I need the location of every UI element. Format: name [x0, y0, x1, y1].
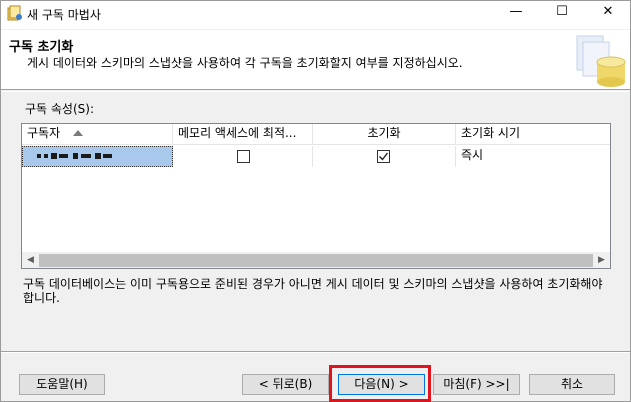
window-title: 새 구독 마법사	[27, 8, 101, 22]
table-row[interactable]: 즉시	[22, 146, 610, 167]
redacted-subscriber-name	[37, 153, 112, 159]
subscription-properties-label: 구독 속성(S):	[25, 102, 94, 116]
wizard-icon	[7, 5, 22, 21]
wizard-header: 구독 초기화 게시 데이터와 스키마의 스냅샷을 사용하여 각 구독을 초기화할…	[1, 30, 630, 90]
scrollbar-thumb[interactable]	[39, 254, 593, 267]
subscription-properties-grid[interactable]: 구독자 메모리 액세스에 최적... 초기화 초기화 시기 즉시 ◀ ▶	[21, 123, 611, 269]
page-title: 구독 초기화	[9, 40, 74, 55]
help-button[interactable]: 도움말(H)	[19, 374, 105, 395]
finish-button[interactable]: 마침(F) >>|	[433, 374, 520, 395]
column-header-label: 구독자	[27, 126, 61, 140]
horizontal-scrollbar[interactable]: ◀ ▶	[22, 252, 610, 268]
column-header-subscriber[interactable]: 구독자	[22, 124, 173, 145]
wizard-window: 새 구독 마법사 — ☐ ✕ 구독 초기화 게시 데이터와 스키마의 스냅샷을 …	[0, 0, 631, 402]
scroll-right-icon[interactable]: ▶	[593, 252, 610, 268]
memory-optimized-checkbox[interactable]	[237, 150, 250, 163]
footer-divider-highlight	[1, 352, 630, 353]
grid-header: 구독자 메모리 액세스에 최적... 초기화 초기화 시기	[22, 124, 610, 145]
memory-optimized-cell	[173, 146, 313, 167]
minimize-button[interactable]: —	[493, 1, 539, 25]
scroll-left-icon[interactable]: ◀	[22, 252, 39, 268]
page-subtitle: 게시 데이터와 스키마의 스냅샷을 사용하여 각 구독을 초기화할지 여부를 지…	[27, 56, 463, 70]
database-graphic	[576, 35, 626, 87]
description-text: 구독 데이터베이스는 이미 구독용으로 준비된 경우가 아니면 게시 데이터 및…	[23, 277, 603, 305]
header-divider	[1, 91, 630, 92]
column-header-initialize[interactable]: 초기화	[313, 124, 456, 145]
title-bar: 새 구독 마법사 — ☐ ✕	[1, 1, 630, 29]
column-header-initialize-when[interactable]: 초기화 시기	[456, 124, 610, 145]
maximize-button[interactable]: ☐	[539, 1, 585, 25]
checkmark-icon	[379, 152, 389, 161]
initialize-checkbox[interactable]	[377, 150, 390, 163]
next-button-highlight-box	[329, 365, 431, 402]
initialize-cell	[313, 146, 456, 167]
sort-ascending-icon	[73, 130, 83, 136]
subscriber-cell[interactable]	[22, 146, 173, 167]
back-button[interactable]: < 뒤로(B)	[242, 374, 329, 395]
cancel-button[interactable]: 취소	[529, 374, 615, 395]
column-header-memory-optimized[interactable]: 메모리 액세스에 최적...	[173, 124, 313, 145]
close-button[interactable]: ✕	[585, 1, 631, 25]
initialize-when-cell[interactable]: 즉시	[456, 146, 610, 167]
